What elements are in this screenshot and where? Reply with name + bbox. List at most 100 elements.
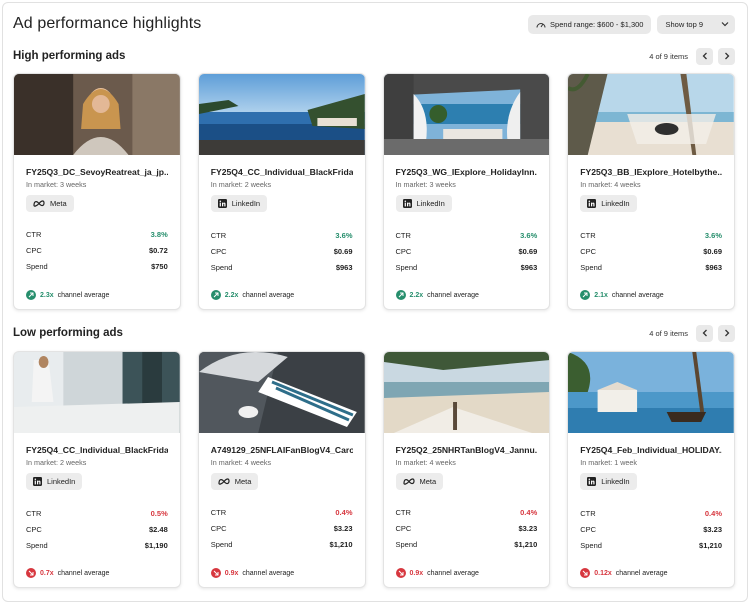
ad-name[interactable]: FY25Q3_BB_IExplore_Hotelbythe... bbox=[580, 167, 722, 177]
show-top-dropdown[interactable]: Show top 9 bbox=[657, 14, 735, 34]
ad-card[interactable]: A749129_25NFLAIFanBlogV4_Caro... In marke… bbox=[197, 351, 366, 588]
ad-card[interactable]: FY25Q3_WG_IExplore_HolidayInn... In marke… bbox=[382, 73, 551, 310]
ad-name[interactable]: FY25Q4_CC_Individual_BlackFrida... bbox=[211, 167, 353, 177]
in-market-duration: In market: 1 week bbox=[580, 458, 637, 467]
spend-range-button[interactable]: Spend range: $600 - $1,300 bbox=[528, 14, 652, 34]
trend-badge bbox=[580, 290, 591, 300]
metrics: CTR 0.4% CPC $3.23 Spend $1,210 bbox=[211, 504, 353, 553]
channel-name: LinkedIn bbox=[601, 477, 630, 486]
metric-label: CTR bbox=[580, 508, 596, 518]
metric-cpc: CPC $2.48 bbox=[26, 521, 168, 537]
ad-thumbnail[interactable] bbox=[14, 352, 180, 433]
metric-label: CPC bbox=[580, 524, 597, 534]
next-page-button[interactable] bbox=[718, 47, 735, 65]
ad-thumbnail[interactable] bbox=[383, 74, 550, 155]
ctr-value: 3.6% bbox=[704, 230, 722, 240]
cpc-value: $0.72 bbox=[148, 245, 168, 255]
average-multiplier: 0.7x bbox=[40, 569, 54, 577]
ctr-value: 3.6% bbox=[335, 230, 353, 240]
in-market-duration: In market: 3 weeks bbox=[395, 180, 456, 189]
chevron-right-icon bbox=[724, 52, 729, 60]
section-title-low: Low performing ads bbox=[13, 327, 123, 339]
channel-average: 0.7x channel average bbox=[26, 568, 109, 578]
metric-label: CTR bbox=[210, 507, 227, 517]
average-label: channel average bbox=[57, 569, 110, 577]
ctr-value: 3.6% bbox=[520, 230, 538, 240]
trend-badge bbox=[210, 568, 221, 578]
metric-label: Spend bbox=[395, 540, 418, 550]
average-label: channel average bbox=[611, 291, 664, 299]
metric-spend: Spend $1,210 bbox=[211, 537, 353, 553]
ad-card[interactable]: FY25Q4_CC_Individual_BlackFrida... In mar… bbox=[197, 73, 366, 310]
chevron-left-icon bbox=[702, 52, 707, 60]
cpc-value: $0.69 bbox=[518, 246, 538, 256]
trend-badge bbox=[395, 568, 406, 578]
section-title-high: High performing ads bbox=[13, 50, 126, 62]
metric-label: CPC bbox=[395, 246, 412, 256]
ad-card[interactable]: FY25Q3_DC_SevoyReatreat_ja_jp... In marke… bbox=[13, 73, 181, 310]
metric-label: CTR bbox=[395, 230, 411, 240]
meta-icon bbox=[33, 200, 45, 207]
ctr-value: 0.4% bbox=[520, 507, 538, 517]
ad-thumbnail[interactable] bbox=[383, 352, 550, 433]
ctr-value: 0.4% bbox=[704, 508, 722, 518]
prev-page-button[interactable] bbox=[696, 324, 713, 342]
cpc-value: $0.69 bbox=[333, 246, 353, 256]
ad-card[interactable]: FY25Q2_25NHRTanBlogV4_Jannu... In market:… bbox=[382, 351, 551, 588]
metric-label: CTR bbox=[210, 230, 227, 240]
average-multiplier: 2.1x bbox=[594, 291, 608, 299]
metric-label: Spend bbox=[26, 541, 48, 551]
channel-name: LinkedIn bbox=[416, 199, 445, 208]
ad-name[interactable]: FY25Q4_Feb_Individual_HOLIDAY... bbox=[580, 445, 722, 455]
metric-cpc: CPC $3.23 bbox=[211, 520, 353, 536]
metric-label: CTR bbox=[26, 508, 42, 518]
ad-thumbnail[interactable] bbox=[14, 74, 180, 155]
page-title: Ad performance highlights bbox=[13, 15, 202, 32]
trend-down-icon bbox=[398, 570, 403, 576]
ad-name[interactable]: FY25Q4_CC_Individual_BlackFrida... bbox=[26, 445, 168, 455]
metrics: CTR 3.6% CPC $0.69 Spend $963 bbox=[580, 227, 722, 276]
metric-label: Spend bbox=[580, 263, 602, 273]
ad-name[interactable]: FY25Q2_25NHRTanBlogV4_Jannu... bbox=[396, 445, 538, 455]
metric-spend: Spend $1,210 bbox=[396, 537, 538, 553]
metric-label: Spend bbox=[210, 263, 233, 273]
channel-average: 2.2x channel average bbox=[210, 290, 295, 300]
metric-label: CTR bbox=[580, 230, 596, 240]
pager-count: 4 of 9 items bbox=[649, 328, 688, 338]
channel-badge: LinkedIn bbox=[580, 195, 637, 212]
dashboard-panel: Ad performance highlights Spend range: $… bbox=[2, 2, 748, 602]
cpc-value: $3.23 bbox=[703, 524, 722, 534]
trend-up-icon bbox=[28, 292, 34, 298]
metric-ctr: CTR 3.6% bbox=[580, 227, 722, 243]
channel-badge: LinkedIn bbox=[395, 195, 452, 212]
spend-value: $1,210 bbox=[514, 540, 538, 550]
ad-name[interactable]: FY25Q3_WG_IExplore_HolidayInn... bbox=[396, 167, 538, 177]
ad-card[interactable]: FY25Q3_BB_IExplore_Hotelbythe... In marke… bbox=[567, 73, 735, 310]
ad-name[interactable]: A749129_25NFLAIFanBlogV4_Caro... bbox=[211, 445, 353, 455]
linkedin-icon bbox=[587, 199, 597, 208]
ad-thumbnail[interactable] bbox=[568, 74, 734, 155]
channel-name: Meta bbox=[50, 199, 67, 208]
metrics: CTR 0.5% CPC $2.48 Spend $1,190 bbox=[26, 505, 168, 554]
chevron-left-icon bbox=[702, 329, 707, 337]
gauge-icon bbox=[536, 22, 546, 28]
metric-ctr: CTR 3.6% bbox=[396, 227, 538, 243]
cpc-value: $3.23 bbox=[333, 523, 353, 533]
next-page-button[interactable] bbox=[718, 324, 735, 342]
average-multiplier: 0.12x bbox=[594, 569, 612, 577]
average-label: channel average bbox=[242, 291, 295, 299]
cpc-value: $0.69 bbox=[703, 246, 722, 256]
metric-cpc: CPC $0.72 bbox=[26, 242, 168, 258]
metric-cpc: CPC $0.69 bbox=[396, 243, 538, 259]
prev-page-button[interactable] bbox=[696, 47, 713, 65]
channel-name: Meta bbox=[419, 477, 437, 486]
ad-thumbnail[interactable] bbox=[198, 74, 365, 155]
ad-thumbnail[interactable] bbox=[568, 352, 734, 433]
in-market-duration: In market: 4 weeks bbox=[580, 180, 641, 189]
ad-card[interactable]: FY25Q4_CC_Individual_BlackFrida... In mar… bbox=[13, 351, 181, 588]
ad-card[interactable]: FY25Q4_Feb_Individual_HOLIDAY... In marke… bbox=[567, 351, 735, 588]
metric-ctr: CTR 0.4% bbox=[396, 504, 538, 520]
metric-label: Spend bbox=[580, 541, 602, 551]
ad-name[interactable]: FY25Q3_DC_SevoyReatreat_ja_jp... bbox=[26, 167, 168, 177]
ad-thumbnail[interactable] bbox=[198, 352, 365, 433]
